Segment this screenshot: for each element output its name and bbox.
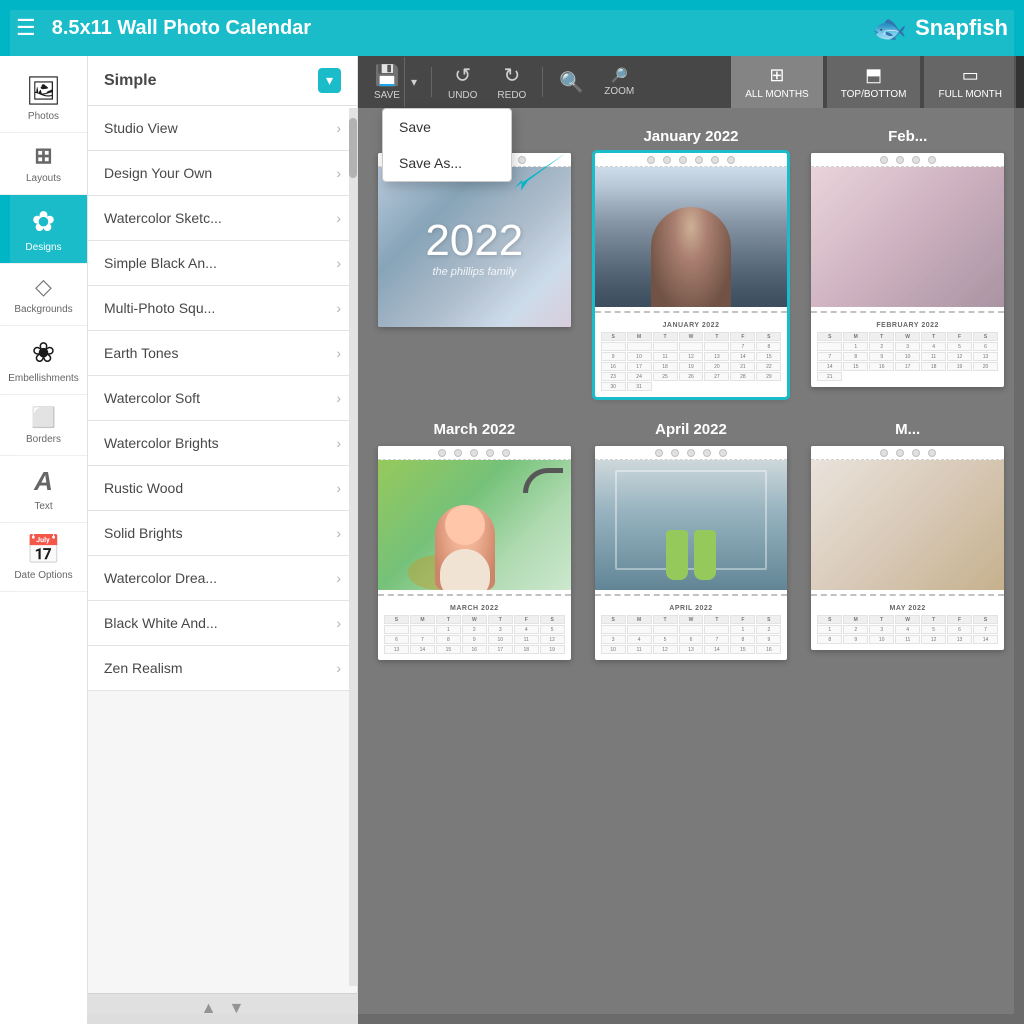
content-area: 💾 SAVE ▾ ↺ UNDO ↻ REDO 🔍 🔎 ZOOM: [358, 56, 1024, 1024]
save-menu-item-save[interactable]: Save: [383, 109, 511, 145]
save-dropdown-menu: Save Save As...: [382, 108, 512, 182]
save-menu-item-save-as[interactable]: Save As...: [383, 145, 511, 181]
calendar-month-may: M... MAY 2022 S: [811, 421, 1004, 660]
may-card[interactable]: MAY 2022 S M T W T F S 1 2 3 4: [811, 446, 1004, 650]
main-layout: 🖼 Photos ⊞ Layouts ✿ Designs ◇ Backgroun…: [0, 56, 1024, 1024]
may-photo: [811, 460, 1004, 590]
calendar-grid[interactable]: Cover 2022 the phillips family: [358, 108, 1024, 1024]
